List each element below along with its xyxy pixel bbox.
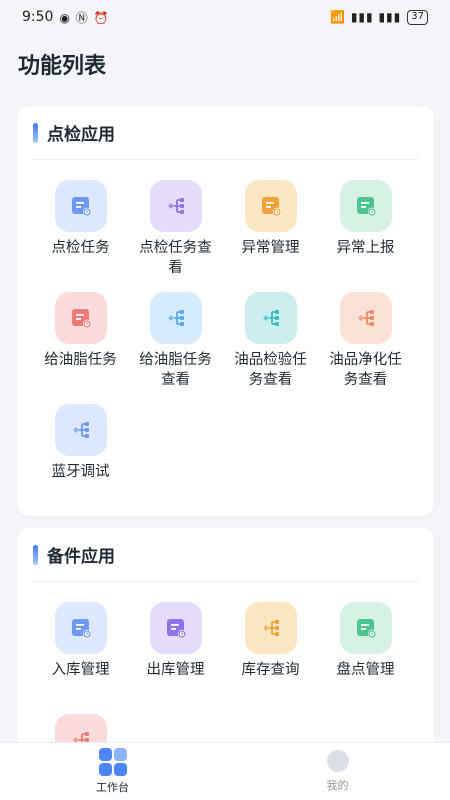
app-item[interactable]: 出库管理 xyxy=(128,602,223,700)
app-item[interactable]: 异常管理 xyxy=(223,180,318,278)
doc-clock-icon xyxy=(149,602,202,654)
section-title: 备件应用 xyxy=(47,547,115,567)
page-title: 功能列表 xyxy=(18,54,107,79)
app-label: 蓝牙调试 xyxy=(51,464,110,480)
app-item[interactable]: 点检任务 xyxy=(33,180,128,278)
app-label: 油品检验任务查看 xyxy=(234,352,307,388)
tab-mine[interactable]: 我的 xyxy=(225,743,450,800)
signal-icon: 📶 ▮▮▮ ▮▮▮ xyxy=(330,10,402,24)
doc-clock-icon xyxy=(54,602,107,654)
flow-icon xyxy=(244,602,297,654)
status-bar: 9:50 ◉ Ⓝ ⏰ 📶 ▮▮▮ ▮▮▮ 37 xyxy=(0,0,450,34)
section-card-inspection: 点检应用 点检任务 点检任务查看 异常管理 异常上报给油脂任务 给油脂任务查看 油品检验任… xyxy=(17,106,434,516)
section-title: 点检应用 xyxy=(47,125,115,145)
flow-icon xyxy=(149,292,202,344)
app-label: 点检任务查看 xyxy=(139,240,212,276)
flow-icon xyxy=(244,292,297,344)
flow-icon xyxy=(149,180,202,232)
app-item[interactable]: 蓝牙调试 xyxy=(33,404,128,502)
doc-clock-icon xyxy=(54,292,107,344)
app-item[interactable]: 盘点管理 xyxy=(318,602,413,700)
app-label: 出库管理 xyxy=(146,662,205,678)
bottom-tabbar: 工作台 我的 xyxy=(0,742,450,800)
flow-icon xyxy=(54,404,107,456)
section-header: 备件应用 xyxy=(33,528,418,582)
doc-clock-icon xyxy=(54,180,107,232)
section-accent-bar xyxy=(33,122,38,143)
app-item[interactable]: 给油脂任务 xyxy=(33,292,128,390)
app-item[interactable]: 给油脂任务查看 xyxy=(128,292,223,390)
app-item[interactable]: 点检任务查看 xyxy=(128,180,223,278)
section-header: 点检应用 xyxy=(33,106,418,160)
app-label: 异常管理 xyxy=(241,240,300,256)
tab-label: 工作台 xyxy=(96,781,129,794)
app-grid: 点检任务 点检任务查看 异常管理 异常上报给油脂任务 给油脂任务查看 油品检验任务查看 油品… xyxy=(17,160,434,516)
app-item[interactable]: 异常上报 xyxy=(318,180,413,278)
app-label: 入库管理 xyxy=(51,662,110,678)
app-label: 盘点管理 xyxy=(336,662,395,678)
app-item[interactable]: 入库管理 xyxy=(33,602,128,700)
tab-label: 我的 xyxy=(326,779,349,792)
app-label: 异常上报 xyxy=(336,240,395,256)
app-item[interactable]: 库存查询 xyxy=(223,602,318,700)
app-label: 库存查询 xyxy=(241,662,300,678)
section-accent-bar xyxy=(33,544,38,565)
app-label: 给油脂任务 xyxy=(44,352,117,368)
doc-clock-icon xyxy=(244,180,297,232)
doc-clock-icon xyxy=(339,180,392,232)
status-time: 9:50 xyxy=(22,9,54,25)
tab-workbench[interactable]: 工作台 xyxy=(0,743,225,800)
app-item[interactable]: 油品净化任务查看 xyxy=(318,292,413,390)
doc-clock-icon xyxy=(339,602,392,654)
grid-icon xyxy=(98,748,127,776)
battery-icon: 37 xyxy=(407,9,428,25)
app-label: 点检任务 xyxy=(51,240,110,256)
status-icons-left: ◉ Ⓝ ⏰ xyxy=(59,10,110,25)
app-label: 油品净化任务查看 xyxy=(329,352,402,388)
app-item[interactable]: 油品检验任务查看 xyxy=(223,292,318,390)
app-label: 给油脂任务查看 xyxy=(139,352,212,388)
flow-icon xyxy=(339,292,392,344)
user-icon xyxy=(326,750,349,772)
